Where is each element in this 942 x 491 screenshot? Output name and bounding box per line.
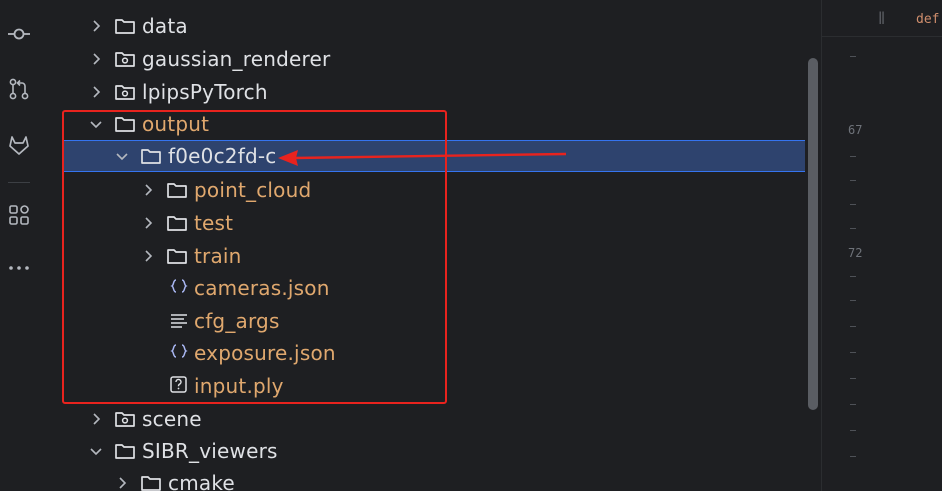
tree-scrollbar[interactable] (805, 0, 821, 491)
gutter-mark (850, 204, 856, 205)
tree-item-cameras-json[interactable]: cameras.json (38, 272, 805, 304)
gutter-mark (850, 156, 856, 157)
tree-item-lpipspytorch[interactable]: lpipsPyTorch (38, 76, 805, 108)
gutter-mark (850, 456, 856, 457)
chevron-right-icon[interactable] (140, 248, 156, 264)
tree-item-label: train (194, 244, 242, 268)
project-tree: data gaussian_renderer lpipsPyTorch outp… (38, 0, 805, 491)
tree-item-label: cfg_args (194, 309, 280, 333)
tree-item-label: test (194, 211, 234, 235)
commit-icon[interactable] (7, 22, 31, 46)
unknown-file-icon (168, 375, 190, 397)
package-folder-icon (114, 408, 136, 430)
package-folder-icon (114, 48, 136, 70)
folder-icon (166, 212, 188, 234)
tree-item-label: point_cloud (194, 178, 312, 202)
chevron-down-icon[interactable] (88, 443, 104, 459)
scrollbar-thumb[interactable] (808, 58, 818, 410)
chevron-right-icon[interactable] (88, 84, 104, 100)
tree-item-scene[interactable]: scene (38, 403, 805, 435)
tree-item-output[interactable]: output (38, 108, 805, 140)
tree-item-label: f0e0c2fd-c (168, 144, 277, 168)
text-lines-icon (168, 310, 190, 332)
code-keyword: def (916, 12, 940, 27)
json-braces-icon (168, 277, 190, 299)
chevron-right-icon[interactable] (114, 475, 130, 491)
tree-item-label: output (142, 112, 210, 136)
tree-item-label: scene (142, 407, 202, 431)
tree-item-cfg-args[interactable]: cfg_args (38, 305, 805, 337)
tree-item-gaussian-renderer[interactable]: gaussian_renderer (38, 43, 805, 75)
gutter-mark (850, 56, 856, 57)
tree-item-test[interactable]: test (38, 207, 805, 239)
tree-item-train[interactable]: train (38, 240, 805, 272)
gutter-mark (850, 404, 856, 405)
chevron-right-icon[interactable] (88, 18, 104, 34)
activity-bar (0, 0, 39, 491)
tree-item-sibr-viewers[interactable]: SIBR_viewers (38, 435, 805, 467)
folder-icon (114, 440, 136, 462)
chevron-down-icon[interactable] (114, 148, 130, 164)
tree-item-cmake[interactable]: cmake (38, 467, 805, 491)
json-braces-icon (168, 342, 190, 364)
chevron-right-icon[interactable] (140, 182, 156, 198)
tree-item-exposure-json[interactable]: exposure.json (38, 337, 805, 369)
gutter-mark (850, 276, 856, 277)
chevron-right-icon[interactable] (140, 215, 156, 231)
tree-item-label: data (142, 14, 188, 38)
tree-item-f0e0c2fd-c[interactable]: f0e0c2fd-c (62, 140, 805, 172)
folder-icon (166, 245, 188, 267)
tree-item-point-cloud[interactable]: point_cloud (38, 174, 805, 206)
folder-icon (140, 472, 162, 491)
chevron-down-icon[interactable] (88, 116, 104, 132)
plugins-icon[interactable] (7, 203, 31, 227)
editor-column-marker: ‖ (878, 10, 886, 24)
tree-item-label: cmake (168, 471, 235, 491)
gitlab-icon[interactable] (7, 133, 31, 157)
tree-item-input-ply[interactable]: input.ply (38, 370, 805, 402)
gutter-line-number: 72 (848, 246, 863, 260)
tree-item-label: SIBR_viewers (142, 439, 278, 463)
editor-area: ‖ def 67 72 (821, 0, 942, 491)
pull-request-icon[interactable] (7, 77, 31, 101)
chevron-right-icon[interactable] (88, 411, 104, 427)
package-folder-icon (114, 81, 136, 103)
ide-window: data gaussian_renderer lpipsPyTorch outp… (0, 0, 942, 491)
tree-item-data[interactable]: data (38, 10, 805, 42)
gutter-line-number: 67 (848, 123, 863, 137)
gutter-mark (850, 378, 856, 379)
chevron-right-icon[interactable] (88, 51, 104, 67)
folder-icon (114, 15, 136, 37)
gutter-mark (850, 326, 856, 327)
tree-item-label: lpipsPyTorch (142, 80, 268, 104)
more-icon[interactable] (7, 256, 31, 280)
folder-icon (114, 113, 136, 135)
gutter-mark (850, 300, 856, 301)
tree-item-label: gaussian_renderer (142, 47, 331, 71)
tree-item-label: exposure.json (194, 341, 336, 365)
gutter-mark (850, 180, 856, 181)
folder-icon (166, 179, 188, 201)
gutter-mark (850, 352, 856, 353)
gutter-mark (850, 430, 856, 431)
gutter-mark (850, 228, 856, 229)
tree-item-label: input.ply (194, 374, 284, 398)
folder-icon (140, 145, 162, 167)
activity-separator (8, 182, 30, 183)
tree-item-label: cameras.json (194, 276, 330, 300)
